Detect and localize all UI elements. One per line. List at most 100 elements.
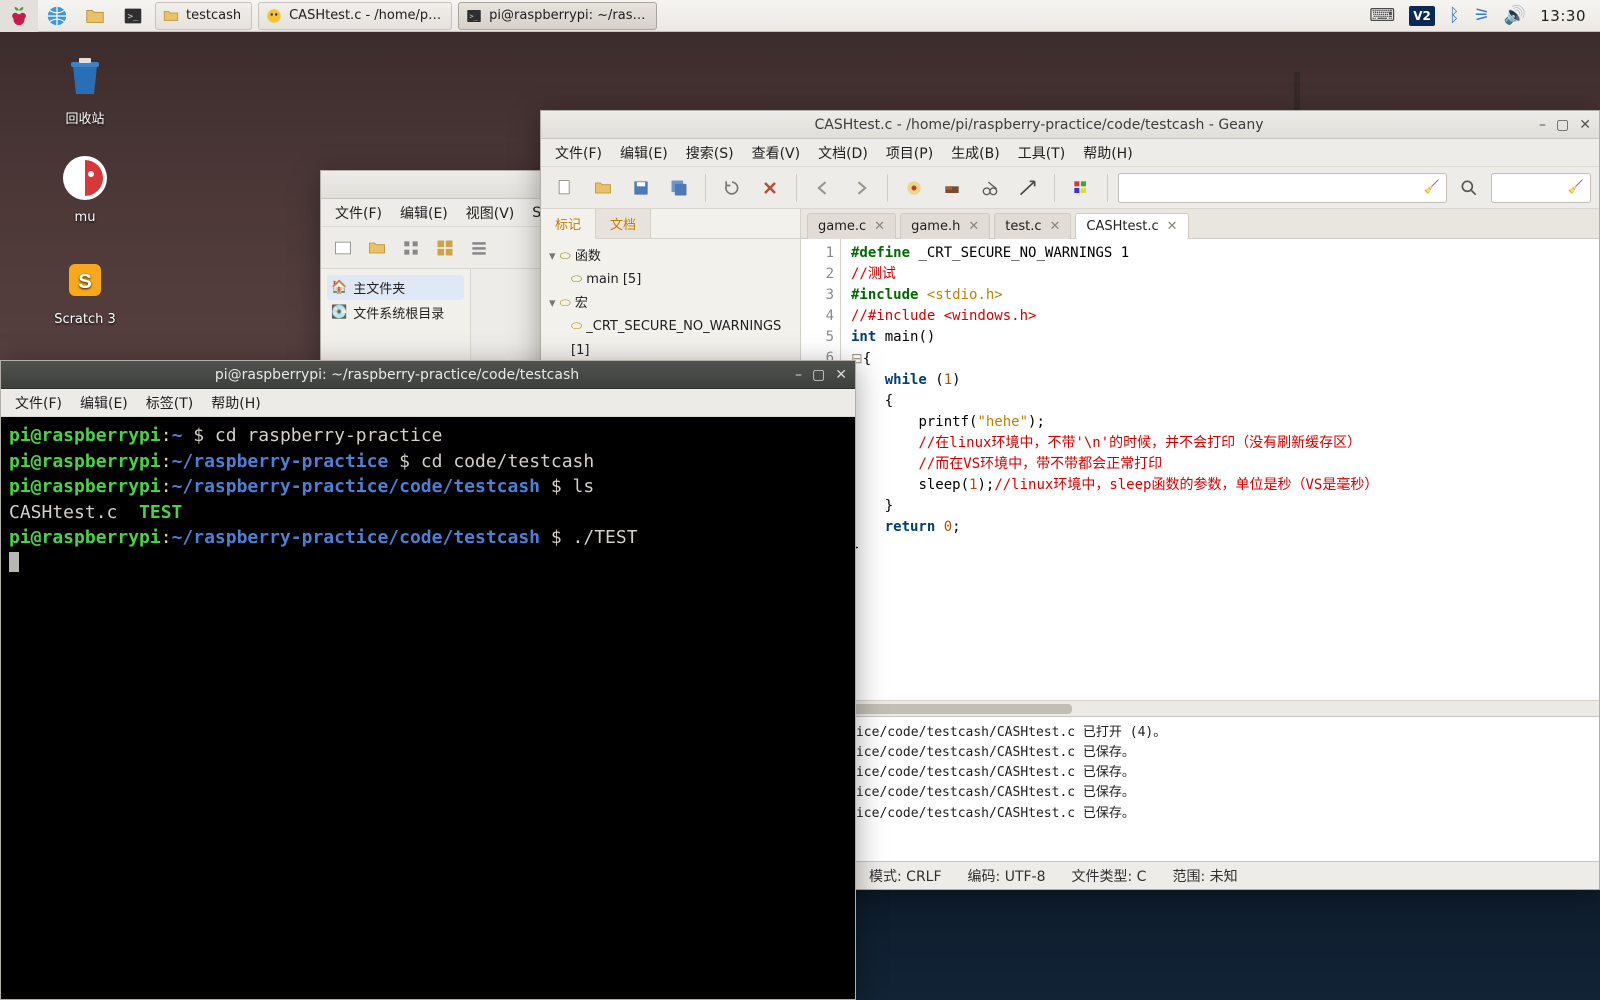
browser-launcher[interactable] xyxy=(38,0,76,32)
run-button[interactable] xyxy=(974,172,1006,204)
close-button[interactable]: ✕ xyxy=(835,367,847,383)
build-button[interactable] xyxy=(936,172,968,204)
status-encoding: 编码: UTF-8 xyxy=(968,866,1046,886)
symbols-tab[interactable]: 标记 xyxy=(541,209,596,239)
mu-app-icon[interactable]: mu xyxy=(40,150,130,225)
clock[interactable]: 13:30 xyxy=(1540,7,1586,25)
minimize-button[interactable]: – xyxy=(1539,117,1546,133)
terminal-icon: >_ xyxy=(465,7,483,25)
sidebar-root[interactable]: 💽 文件系统根目录 xyxy=(327,300,464,325)
grid-large-icon[interactable] xyxy=(431,234,459,262)
symbol-main[interactable]: ⬭ main [5] xyxy=(549,268,792,291)
menu-view[interactable]: 查看(V) xyxy=(744,140,809,166)
close-button[interactable]: ✕ xyxy=(1579,117,1591,133)
close-icon[interactable]: ✕ xyxy=(874,219,885,234)
tab-game-h[interactable]: game.h✕ xyxy=(900,213,990,239)
menu-tools[interactable]: 工具(T) xyxy=(1010,140,1073,166)
terminal-launcher[interactable]: >_ xyxy=(114,0,152,32)
menu-file[interactable]: 文件(F) xyxy=(7,390,70,416)
taskbar-item-label: testcash xyxy=(186,8,241,23)
taskbar-item-filemanager[interactable]: testcash xyxy=(155,2,252,30)
status-mode: 模式: CRLF xyxy=(869,866,942,886)
symbols-macros[interactable]: ⬭ 宏 xyxy=(549,292,792,315)
menu-file[interactable]: 文件(F) xyxy=(327,200,390,226)
symbols-functions[interactable]: ⬭ 函数 xyxy=(549,245,792,268)
menu-tabs[interactable]: 标签(T) xyxy=(138,390,201,416)
menu-search[interactable]: 搜索(S) xyxy=(678,140,742,166)
terminal-body[interactable]: pi@raspberrypi:~ $ cd raspberry-practice… xyxy=(1,417,855,999)
documents-tab[interactable]: 文档 xyxy=(596,209,651,238)
tab-cashtest-c[interactable]: CASHtest.c✕ xyxy=(1075,213,1188,239)
file-manager-launcher[interactable] xyxy=(76,0,114,32)
taskbar-item-label: CASHtest.c - /home/p… xyxy=(289,8,441,23)
geany-titlebar[interactable]: CASHtest.c - /home/pi/raspberry-practice… xyxy=(541,111,1599,139)
menu-edit[interactable]: 编辑(E) xyxy=(392,200,456,226)
search-input[interactable]: 🧹 xyxy=(1491,173,1591,203)
new-tab-button[interactable] xyxy=(329,234,357,262)
drive-icon: 💽 xyxy=(331,305,347,320)
taskbar-item-geany[interactable]: CASHtest.c - /home/p… xyxy=(258,2,452,30)
grid-small-icon[interactable] xyxy=(397,234,425,262)
menu-edit[interactable]: 编辑(E) xyxy=(72,390,136,416)
svg-text:>_: >_ xyxy=(470,12,479,20)
wifi-icon[interactable]: ⚞ xyxy=(1474,5,1490,26)
svg-text:>_: >_ xyxy=(128,10,140,21)
menu-edit[interactable]: 编辑(E) xyxy=(612,140,676,166)
tab-test-c[interactable]: test.c✕ xyxy=(994,213,1071,239)
volume-icon[interactable]: 🔊 xyxy=(1504,5,1526,26)
app-launcher-raspberry[interactable] xyxy=(0,0,38,32)
document-tabs: game.c✕ game.h✕ test.c✕ CASHtest.c✕ xyxy=(801,209,1599,239)
close-icon[interactable]: ✕ xyxy=(1050,219,1061,234)
goto-line-input[interactable]: 🧹 xyxy=(1118,173,1447,203)
compile-button[interactable] xyxy=(898,172,930,204)
close-file-button[interactable] xyxy=(754,172,786,204)
maximize-button[interactable]: ▢ xyxy=(812,367,825,383)
search-button[interactable] xyxy=(1453,172,1485,204)
open-file-button[interactable] xyxy=(587,172,619,204)
scratch-app-icon[interactable]: S Scratch 3 xyxy=(40,252,130,327)
close-icon[interactable]: ✕ xyxy=(968,219,979,234)
new-folder-button[interactable] xyxy=(363,234,391,262)
nav-forward-button[interactable] xyxy=(845,172,877,204)
macro-icon: ⬭ xyxy=(571,319,582,334)
terminal-window[interactable]: pi@raspberrypi: ~/raspberry-practice/cod… xyxy=(0,360,856,1000)
folder-icon xyxy=(162,7,180,25)
menu-document[interactable]: 文档(D) xyxy=(810,140,876,166)
terminal-menubar: 文件(F) 编辑(E) 标签(T) 帮助(H) xyxy=(1,389,855,417)
menu-build[interactable]: 生成(B) xyxy=(943,140,1008,166)
tab-game-c[interactable]: game.c✕ xyxy=(807,213,896,239)
message-line: ·practice/code/testcash/CASHtest.c 已保存。 xyxy=(809,763,1591,783)
messages-pane[interactable]: ·practice/code/testcash/CASHtest.c 已打开 (… xyxy=(801,716,1599,861)
code-content[interactable]: #define _CRT_SECURE_NO_WARNINGS 1 //测试 #… xyxy=(841,239,1388,700)
minimize-button[interactable]: – xyxy=(795,367,802,383)
svg-text:S: S xyxy=(78,271,91,293)
maximize-button[interactable]: ▢ xyxy=(1556,117,1569,133)
color-picker-button[interactable] xyxy=(1065,172,1097,204)
menu-view[interactable]: 视图(V) xyxy=(458,200,523,226)
nav-back-button[interactable] xyxy=(807,172,839,204)
sidebar-home[interactable]: 🏠 主文件夹 xyxy=(327,275,464,300)
trash-icon[interactable]: 回收站 xyxy=(40,48,130,127)
save-button[interactable] xyxy=(625,172,657,204)
menu-help[interactable]: 帮助(H) xyxy=(203,390,268,416)
code-editor[interactable]: 123456 #define _CRT_SECURE_NO_WARNINGS 1… xyxy=(801,239,1599,700)
new-file-button[interactable] xyxy=(549,172,581,204)
reload-button[interactable] xyxy=(716,172,748,204)
horizontal-scrollbar[interactable] xyxy=(801,700,1599,716)
terminal-titlebar[interactable]: pi@raspberrypi: ~/raspberry-practice/cod… xyxy=(1,361,855,389)
list-view-icon[interactable] xyxy=(465,234,493,262)
taskbar-item-label: pi@raspberrypi: ~/ras… xyxy=(489,8,645,23)
bluetooth-icon[interactable]: ᛒ xyxy=(1449,5,1460,26)
taskbar-item-terminal[interactable]: >_ pi@raspberrypi: ~/ras… xyxy=(458,2,656,30)
menu-help[interactable]: 帮助(H) xyxy=(1075,140,1140,166)
execute-button[interactable] xyxy=(1012,172,1044,204)
vnc-icon[interactable]: V2 xyxy=(1409,6,1435,26)
macro-group-icon: ⬭ xyxy=(560,296,571,311)
menu-project[interactable]: 项目(P) xyxy=(878,140,941,166)
keyboard-icon[interactable]: ⌨ xyxy=(1369,5,1395,26)
save-all-button[interactable] xyxy=(663,172,695,204)
message-line: ·practice/code/testcash/CASHtest.c 已打开 (… xyxy=(809,723,1591,743)
symbol-define[interactable]: ⬭ _CRT_SECURE_NO_WARNINGS [1] xyxy=(549,315,792,362)
menu-file[interactable]: 文件(F) xyxy=(547,140,610,166)
close-icon[interactable]: ✕ xyxy=(1167,219,1178,234)
